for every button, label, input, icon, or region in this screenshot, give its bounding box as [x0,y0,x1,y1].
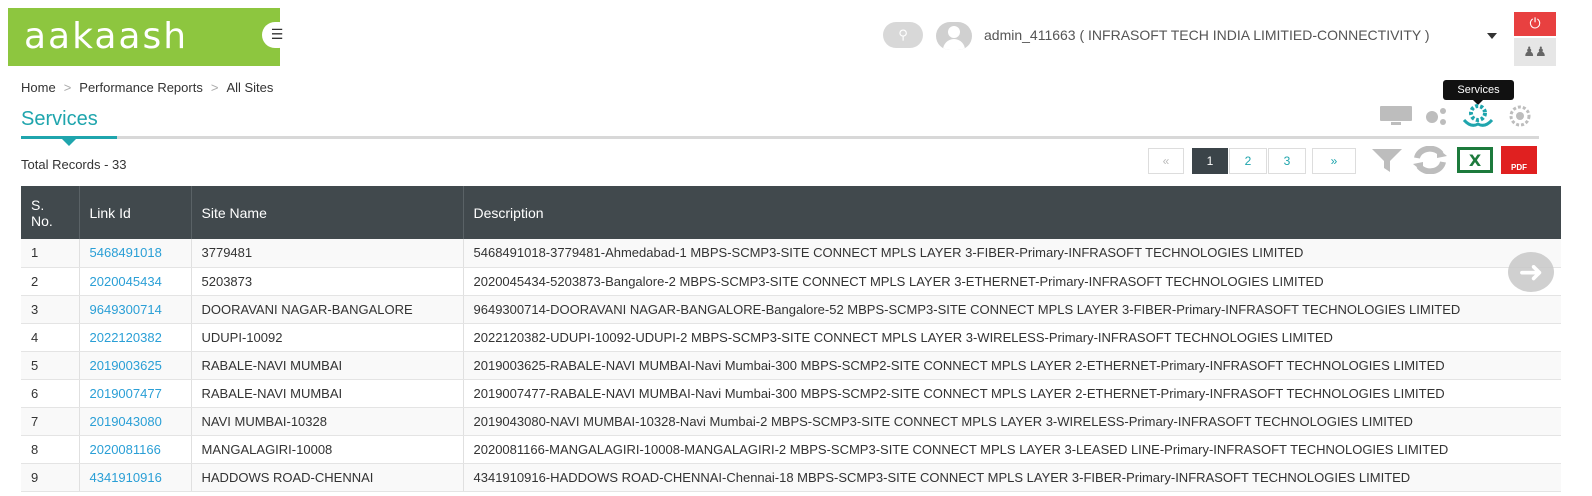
cell-link-id[interactable]: 2020081166 [79,435,192,464]
cell-description: 9649300714-DOORAVANI NAGAR-BANGALORE-Ban… [463,295,1561,324]
cell-description: 2020045434-5203873-Bangalore-2 MBPS-SCMP… [463,267,1561,296]
cell-description: 2020081166-MANGALAGIRI-10008-MANGALAGIRI… [463,435,1561,464]
table-row: 4 2022120382 UDUPI-10092 2022120382-UDUPI-1… [21,323,1561,352]
users-icon[interactable]: ♟♟ [1514,38,1556,66]
cell-sno: 6 [21,379,80,408]
cell-link-id[interactable]: 2019007477 [79,379,192,408]
cell-description: 2019003625-RABALE-NAVI MUMBAI-Navi Mumba… [463,351,1561,380]
cell-link-id[interactable]: 2020045434 [79,267,192,296]
cell-sno: 4 [21,323,80,352]
column-header-site-name[interactable]: Site Name [191,186,464,239]
pagination-page-3[interactable]: 3 [1268,148,1306,174]
table-row: 1 5468491018 3779481 5468491018-3779481-Ahm… [21,239,1561,268]
cell-site-name: 5203873 [191,267,464,296]
breadcrumb-home[interactable]: Home [21,80,56,95]
pagination-page-2[interactable]: 2 [1229,148,1267,174]
cell-sno: 7 [21,407,80,436]
cell-sno: 1 [21,239,80,268]
network-nodes-icon[interactable] [1422,104,1450,128]
cell-site-name: RABALE-NAVI MUMBAI [191,351,464,380]
pagination-prev[interactable]: « [1148,148,1184,174]
refresh-icon[interactable] [1410,145,1450,175]
breadcrumb-all-sites: All Sites [226,80,274,95]
top-bar: aakaash ☰ ⚲ admin_411663 ( INFRASOFT TEC… [0,0,1592,68]
cell-site-name: DOORAVANI NAGAR-BANGALORE [191,295,464,324]
excel-label: X [1457,147,1493,173]
cell-link-id[interactable]: 5468491018 [79,239,192,268]
avatar[interactable] [936,22,972,50]
app-logo[interactable]: aakaash [8,8,280,66]
table-row: 8 2020081166 MANGALAGIRI-10008 2020081166-M… [21,435,1561,464]
table-header-row: S. No. Link Id Site Name Description [21,186,1561,239]
cell-site-name: RABALE-NAVI MUMBAI [191,379,464,408]
column-header-description[interactable]: Description [463,186,1561,239]
cell-site-name: NAVI MUMBAI-10328 [191,407,464,436]
pagination-page-1[interactable]: 1 [1192,148,1228,174]
cell-link-id[interactable]: 9649300714 [79,295,192,324]
cell-link-id[interactable]: 2022120382 [79,323,192,352]
settings-cog-icon[interactable] [1504,104,1536,128]
cell-site-name: UDUPI-10092 [191,323,464,352]
cell-sno: 8 [21,435,80,464]
services-table: S. No. Link Id Site Name Description 1 54… [21,186,1561,496]
breadcrumb: Home > Performance Reports > All Sites [21,80,273,95]
table-row: 3 9649300714 DOORAVANI NAGAR-BANGALORE 9649… [21,295,1561,324]
filter-icon[interactable] [1368,145,1406,175]
cell-description: 2022120382-UDUPI-10092-UDUPI-2 MBPS-SCMP… [463,323,1561,352]
cell-site-name: HADDOWS ROAD-CHENNAI [191,463,464,492]
table-row: 7 2019043080 NAVI MUMBAI-10328 2019043080-N… [21,407,1561,436]
cell-link-id[interactable]: 4341910916 [79,463,192,492]
power-icon[interactable]: ⏻ [1514,12,1556,36]
monitor-icon[interactable] [1378,104,1414,128]
table-row: 5 2019003625 RABALE-NAVI MUMBAI 2019003625-… [21,351,1561,380]
title-pointer [62,139,76,146]
breadcrumb-separator: > [210,80,219,95]
services-tooltip: Services [1443,80,1514,100]
pdf-export-icon[interactable]: PDF [1500,145,1538,175]
services-icon[interactable] [1460,104,1496,128]
cell-description: 4341910916-HADDOWS ROAD-CHENNAI-Chennai-… [463,463,1561,492]
cell-link-id[interactable]: 2019003625 [79,351,192,380]
search-icon[interactable]: ⚲ [883,22,923,48]
cell-sno: 3 [21,295,80,324]
cell-site-name: 3779481 [191,239,464,268]
breadcrumb-performance-reports[interactable]: Performance Reports [79,80,203,95]
cell-description: 2019007477-RABALE-NAVI MUMBAI-Navi Mumba… [463,379,1561,408]
pdf-label: PDF [1511,163,1527,172]
title-divider [21,136,1539,139]
excel-export-icon[interactable]: X [1456,145,1494,175]
page-title: Services [21,108,98,130]
user-menu-label[interactable]: admin_411663 ( INFRASOFT TECH INDIA LIMI… [984,27,1430,43]
hamburger-icon[interactable]: ☰ [262,22,292,48]
table-row: 2 2020045434 5203873 2020045434-5203873-Ban… [21,267,1561,296]
total-records: Total Records - 33 [21,157,127,172]
pagination-next[interactable]: » [1312,148,1356,174]
cell-description: 2019043080-NAVI MUMBAI-10328-Navi Mumbai… [463,407,1561,436]
column-header-sno[interactable]: S. No. [21,186,80,239]
cell-sno: 5 [21,351,80,380]
breadcrumb-separator: > [63,80,72,95]
chevron-down-icon[interactable] [1487,33,1497,39]
cell-link-id[interactable]: 2019043080 [79,407,192,436]
cell-sno: 9 [21,463,80,492]
column-header-link-id[interactable]: Link Id [79,186,192,239]
cell-site-name: MANGALAGIRI-10008 [191,435,464,464]
arrow-right-circle-icon[interactable]: ➜ [1508,252,1554,292]
cell-sno: 2 [21,267,80,296]
table-row: 6 2019007477 RABALE-NAVI MUMBAI 2019007477-… [21,379,1561,408]
cell-description: 5468491018-3779481-Ahmedabad-1 MBPS-SCMP… [463,239,1561,268]
table-row: 9 4341910916 HADDOWS ROAD-CHENNAI 434191091… [21,463,1561,492]
